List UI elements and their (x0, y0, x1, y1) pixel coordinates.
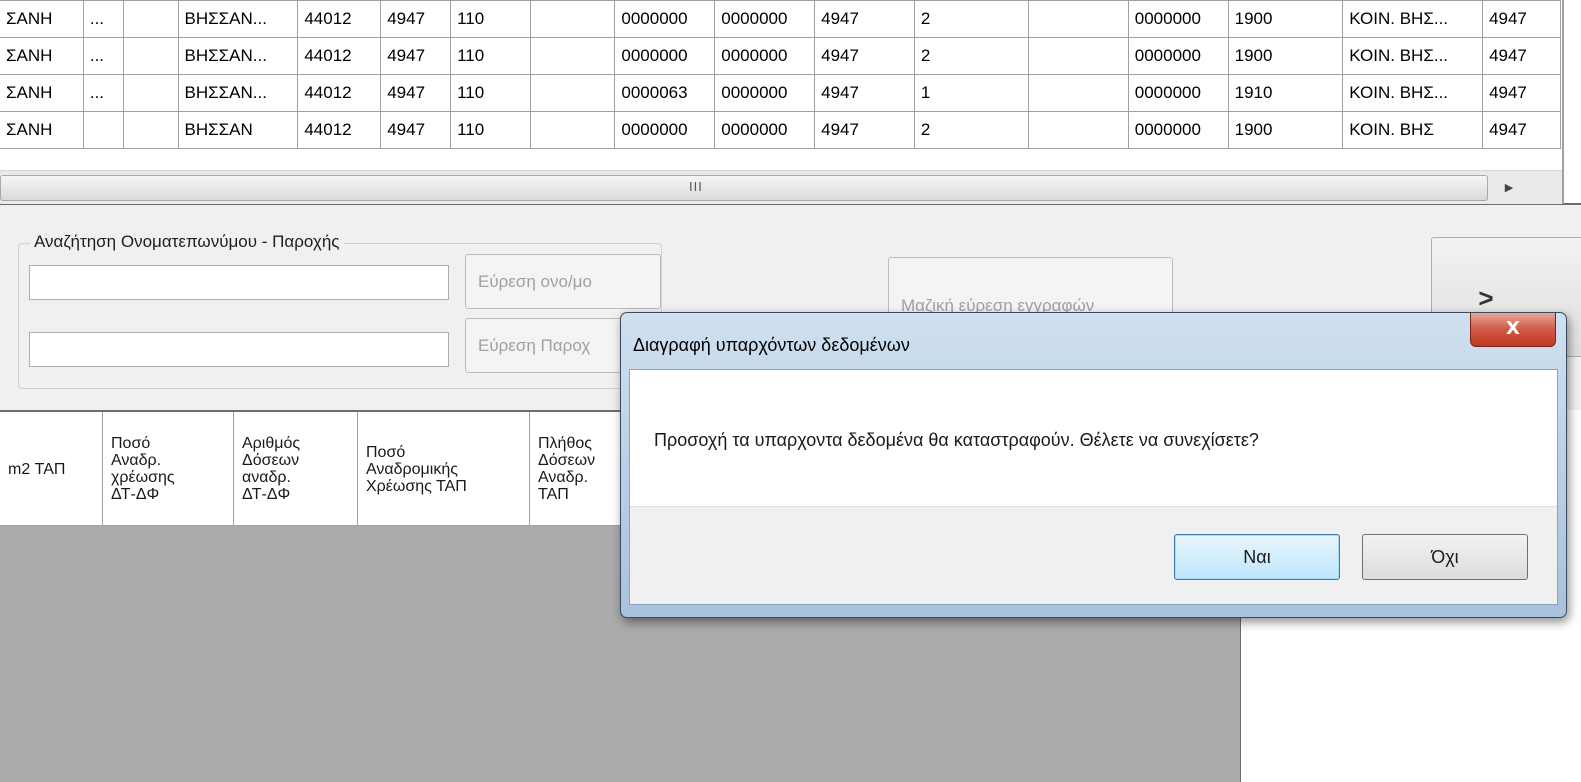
close-icon[interactable]: X (1470, 313, 1556, 347)
table-cell[interactable]: 110 (450, 111, 531, 149)
scroll-thumb[interactable]: III (0, 175, 1488, 201)
grid-right-border (1562, 0, 1564, 204)
table-cell[interactable]: 4947 (380, 74, 452, 112)
table-cell[interactable]: 2 (913, 111, 1030, 149)
table-cell[interactable]: 0000000 (714, 74, 816, 112)
table-cell[interactable]: 0000000 (714, 37, 816, 75)
table-cell[interactable] (122, 37, 179, 75)
table-cell[interactable]: ΣΑΝΗ (0, 37, 84, 75)
table-row[interactable]: ΣΑΝΗ... ΒΗΣΣΑΝ... 44012 4947 110 0000000 00000… (0, 37, 1561, 75)
table-cell[interactable]: 0000000 (1127, 0, 1229, 38)
table-cell[interactable] (1028, 74, 1129, 112)
table-cell[interactable]: 0000000 (614, 37, 716, 75)
table-cell[interactable]: ΒΗΣΣΑΝ... (177, 0, 299, 38)
scroll-grip-icon: III (689, 179, 703, 194)
table-cell[interactable]: ΒΗΣΣΑΝ (177, 111, 299, 149)
table-cell[interactable]: 0000000 (1127, 74, 1229, 112)
table-cell[interactable] (1028, 0, 1129, 38)
table-cell[interactable] (122, 0, 179, 38)
table-cell[interactable]: 4947 (1482, 74, 1561, 112)
table-cell[interactable]: 4947 (814, 37, 915, 75)
table-cell[interactable]: 0000000 (714, 111, 816, 149)
scroll-right-arrow-icon[interactable]: ▶ (1496, 175, 1522, 201)
find-name-button[interactable]: Εύρεση ονο/μο (465, 254, 661, 309)
name-search-input[interactable] (29, 265, 449, 300)
table-cell[interactable]: ΚΟΙΝ. ΒΗΣ... (1342, 0, 1484, 38)
column-header-retro-amount[interactable]: Ποσό Αναδρ. χρέωσης ΔΤ-ΔΦ (103, 412, 234, 526)
dialog-footer: Ναι Όχι (630, 506, 1557, 604)
search-group-legend: Αναζήτηση Ονοματεπωνύμου - Παροχής (30, 232, 344, 252)
column-header-m2-tap[interactable]: m2 ΤΑΠ (0, 412, 103, 526)
table-cell[interactable]: 0000000 (614, 111, 716, 149)
top-grid-rows: ΣΑΝΗ... ΒΗΣΣΑΝ... 44012 4947 110 0000000 00000… (0, 0, 1562, 170)
table-cell[interactable]: 110 (450, 74, 531, 112)
table-cell[interactable]: 4947 (380, 111, 452, 149)
table-cell[interactable]: 110 (450, 37, 531, 75)
table-cell[interactable]: 44012 (297, 111, 382, 149)
table-cell[interactable]: ΒΗΣΣΑΝ... (177, 74, 299, 112)
table-cell[interactable]: 4947 (814, 0, 915, 38)
table-cell[interactable]: ΣΑΝΗ (0, 74, 84, 112)
table-cell[interactable] (529, 0, 616, 38)
table-cell[interactable]: 0000000 (1127, 37, 1229, 75)
table-cell[interactable]: 1900 (1227, 37, 1344, 75)
table-cell[interactable]: 1910 (1227, 74, 1344, 112)
table-cell[interactable]: 0000000 (614, 0, 716, 38)
table-cell[interactable]: 2 (913, 37, 1030, 75)
table-cell[interactable]: 4947 (1482, 111, 1561, 149)
table-cell[interactable]: 4947 (1482, 0, 1561, 38)
table-cell[interactable] (82, 111, 124, 149)
top-grid-table: ΣΑΝΗ... ΒΗΣΣΑΝ... 44012 4947 110 0000000 00000… (0, 0, 1561, 149)
table-cell[interactable] (122, 111, 179, 149)
table-cell[interactable]: 1900 (1227, 0, 1344, 38)
table-cell[interactable] (529, 37, 616, 75)
table-cell[interactable] (122, 74, 179, 112)
column-header-retro-tap-amount[interactable]: Ποσό Αναδρομικής Χρέωσης ΤΑΠ (358, 412, 530, 526)
table-cell[interactable]: 1900 (1227, 111, 1344, 149)
table-cell[interactable]: ΣΑΝΗ (0, 0, 84, 38)
table-cell[interactable]: 4947 (814, 74, 915, 112)
table-cell[interactable]: 2 (913, 0, 1030, 38)
table-cell[interactable]: 0000000 (1127, 111, 1229, 149)
table-row[interactable]: ΣΑΝΗ... ΒΗΣΣΑΝ... 44012 4947 110 0000063 00000… (0, 74, 1561, 112)
dialog-title: Διαγραφή υπαρχόντων δεδομένων (633, 335, 910, 355)
table-cell[interactable]: ΒΗΣΣΑΝ... (177, 37, 299, 75)
dialog-body: Προσοχή τα υπαρχοντα δεδομένα θα καταστρ… (629, 369, 1558, 605)
table-row[interactable]: ΣΑΝΗ ΒΗΣΣΑΝ 44012 4947 110 0000000 0000000 4947… (0, 111, 1561, 149)
dialog-message: Προσοχή τα υπαρχοντα δεδομένα θα καταστρ… (654, 430, 1259, 450)
table-cell[interactable] (1028, 111, 1129, 149)
table-cell[interactable]: 4947 (814, 111, 915, 149)
table-cell[interactable] (529, 74, 616, 112)
column-header-retro-installments[interactable]: Αριθμός Δόσεων αναδρ. ΔΤ-ΔΦ (234, 412, 358, 526)
table-cell[interactable]: 4947 (380, 37, 452, 75)
table-cell[interactable]: ... (82, 74, 124, 112)
table-cell[interactable] (529, 111, 616, 149)
table-cell[interactable]: ΚΟΙΝ. ΒΗΣ (1342, 111, 1484, 149)
table-cell[interactable]: ... (82, 0, 124, 38)
no-button[interactable]: Όχι (1362, 534, 1528, 580)
horizontal-scrollbar[interactable]: III ▶ (0, 170, 1562, 204)
top-data-grid: ΣΑΝΗ... ΒΗΣΣΑΝ... 44012 4947 110 0000000 00000… (0, 0, 1581, 205)
table-cell[interactable]: 44012 (297, 74, 382, 112)
table-cell[interactable]: 4947 (1482, 37, 1561, 75)
table-cell[interactable]: ΣΑΝΗ (0, 111, 84, 149)
table-cell[interactable]: 0000063 (614, 74, 716, 112)
table-cell[interactable]: ΚΟΙΝ. ΒΗΣ... (1342, 37, 1484, 75)
table-cell[interactable]: 44012 (297, 0, 382, 38)
table-cell[interactable]: 4947 (380, 0, 452, 38)
table-row[interactable]: ΣΑΝΗ... ΒΗΣΣΑΝ... 44012 4947 110 0000000 00000… (0, 0, 1561, 38)
table-cell[interactable]: ΚΟΙΝ. ΒΗΣ... (1342, 74, 1484, 112)
table-cell[interactable]: 110 (450, 0, 531, 38)
supply-search-input[interactable] (29, 332, 449, 367)
table-cell[interactable]: 44012 (297, 37, 382, 75)
table-cell[interactable]: ... (82, 37, 124, 75)
table-cell[interactable] (1028, 37, 1129, 75)
table-cell[interactable]: 0000000 (714, 0, 816, 38)
table-cell[interactable]: 1 (913, 74, 1030, 112)
yes-button[interactable]: Ναι (1174, 534, 1340, 580)
confirm-delete-dialog: Διαγραφή υπαρχόντων δεδομένων X Προσοχή … (620, 312, 1567, 618)
